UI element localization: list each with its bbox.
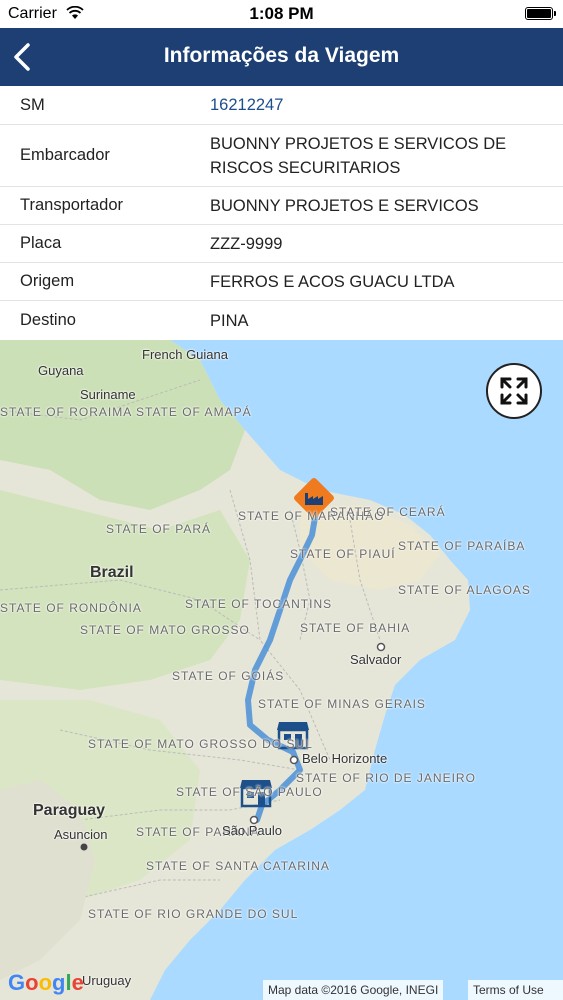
map-label-goias: STATE OF GOIÁS [172, 669, 285, 683]
map-label-salvador: Salvador [350, 652, 402, 667]
map-label-uruguay: Uruguay [82, 973, 132, 988]
map-label-para: STATE OF PARÁ [106, 522, 212, 536]
map-label-minas: STATE OF MINAS GERAIS [258, 698, 425, 711]
map-attribution: Map data ©2016 Google, INEGI [263, 980, 444, 1000]
trip-info-table: SM 16212247 Embarcador BUONNY PROJETOS E… [0, 86, 563, 340]
map-label-belo-horizonte: Belo Horizonte [302, 751, 388, 766]
map-label-mato-grosso-do-sul: STATE OF MATO GROSSO DO SUL [88, 738, 312, 751]
map-label-mato-grosso: STATE OF MATO GROSSO [80, 624, 249, 637]
map-label-rio-de-janeiro: STATE OF RIO DE JANEIRO [296, 771, 476, 785]
map-label-parana: STATE OF PARANÁ [136, 825, 260, 839]
map-label-roraima: STATE OF RORAIMA [0, 405, 133, 419]
battery-icon [525, 7, 556, 20]
status-bar: Carrier 1:08 PM [0, 0, 563, 28]
map-label-ceara: STATE OF CEARÁ [330, 505, 446, 519]
clock: 1:08 PM [249, 4, 314, 23]
map-label-guyana: Guyana [38, 363, 84, 378]
info-row-placa: Placa ZZZ-9999 [0, 225, 563, 263]
map-label-suriname: Suriname [80, 387, 136, 402]
map-label-bahia: STATE OF BAHIA [300, 621, 411, 635]
info-value: FERROS E ACOS GUACU LTDA [210, 272, 455, 291]
map-label-rio-grande-do-sul: STATE OF RIO GRANDE DO SUL [88, 908, 297, 921]
map-label-brazil: Brazil [90, 564, 134, 581]
info-label: Embarcador [20, 146, 110, 164]
map-label-maranhao: STATE OF MARANHÃO [238, 509, 385, 523]
map-label-tocantins: STATE OF TOCANTINS [185, 597, 333, 611]
info-row-embarcador: Embarcador BUONNY PROJETOS E SERVICOS DE… [0, 125, 563, 187]
info-label: SM [20, 95, 45, 114]
navigation-bar: Informações da Viagem [0, 28, 563, 86]
map-label-sao-paulo-state: STATE OF SÃO PAULO [176, 785, 323, 799]
info-row-sm: SM 16212247 [0, 86, 563, 125]
terms-of-use-link[interactable]: Terms of Use [468, 980, 563, 1000]
fullscreen-button[interactable] [486, 363, 542, 419]
info-value: BUONNY PROJETOS E SERVICOS DE RISCOS SEC… [210, 134, 507, 177]
map-label-amapa: STATE OF AMAPÁ [136, 405, 252, 419]
map-label-rondonia: STATE OF RONDÔNIA [0, 602, 141, 615]
map-label-alagoas: STATE OF ALAGOAS [398, 583, 531, 597]
expand-arrows-icon [500, 377, 528, 405]
google-logo: Google [8, 970, 84, 995]
info-label: Placa [20, 234, 62, 252]
page-title: Informações da Viagem [163, 44, 400, 67]
map-label-paraiba: STATE OF PARAÍBA [398, 539, 526, 553]
sm-number-link[interactable]: 16212247 [210, 93, 563, 117]
info-value: PINA [210, 311, 249, 330]
info-row-origem: Origem FERROS E ACOS GUACU LTDA [0, 263, 563, 301]
map-label-french-guiana: French Guiana [142, 347, 228, 362]
map-label-piaui: STATE OF PIAUÍ [290, 547, 396, 561]
info-label: Origem [20, 272, 75, 290]
info-label: Transportador [20, 196, 124, 214]
map-label-paraguay: Paraguay [33, 802, 106, 819]
map-label-santa-catarina: STATE OF SANTA CATARINA [146, 860, 329, 873]
info-value: BUONNY PROJETOS E SERVICOS [210, 196, 479, 215]
route-map[interactable]: French Guiana Guyana Suriname STATE OF R… [0, 340, 563, 1000]
info-row-transportador: Transportador BUONNY PROJETOS E SERVICOS [0, 187, 563, 225]
map-label-sao-paulo-city: São Paulo [222, 823, 282, 838]
info-row-destino: Destino PINA [0, 301, 563, 340]
info-label: Destino [20, 311, 76, 329]
map-label-asuncion: Asuncion [54, 827, 108, 842]
info-value: ZZZ-9999 [210, 234, 283, 253]
